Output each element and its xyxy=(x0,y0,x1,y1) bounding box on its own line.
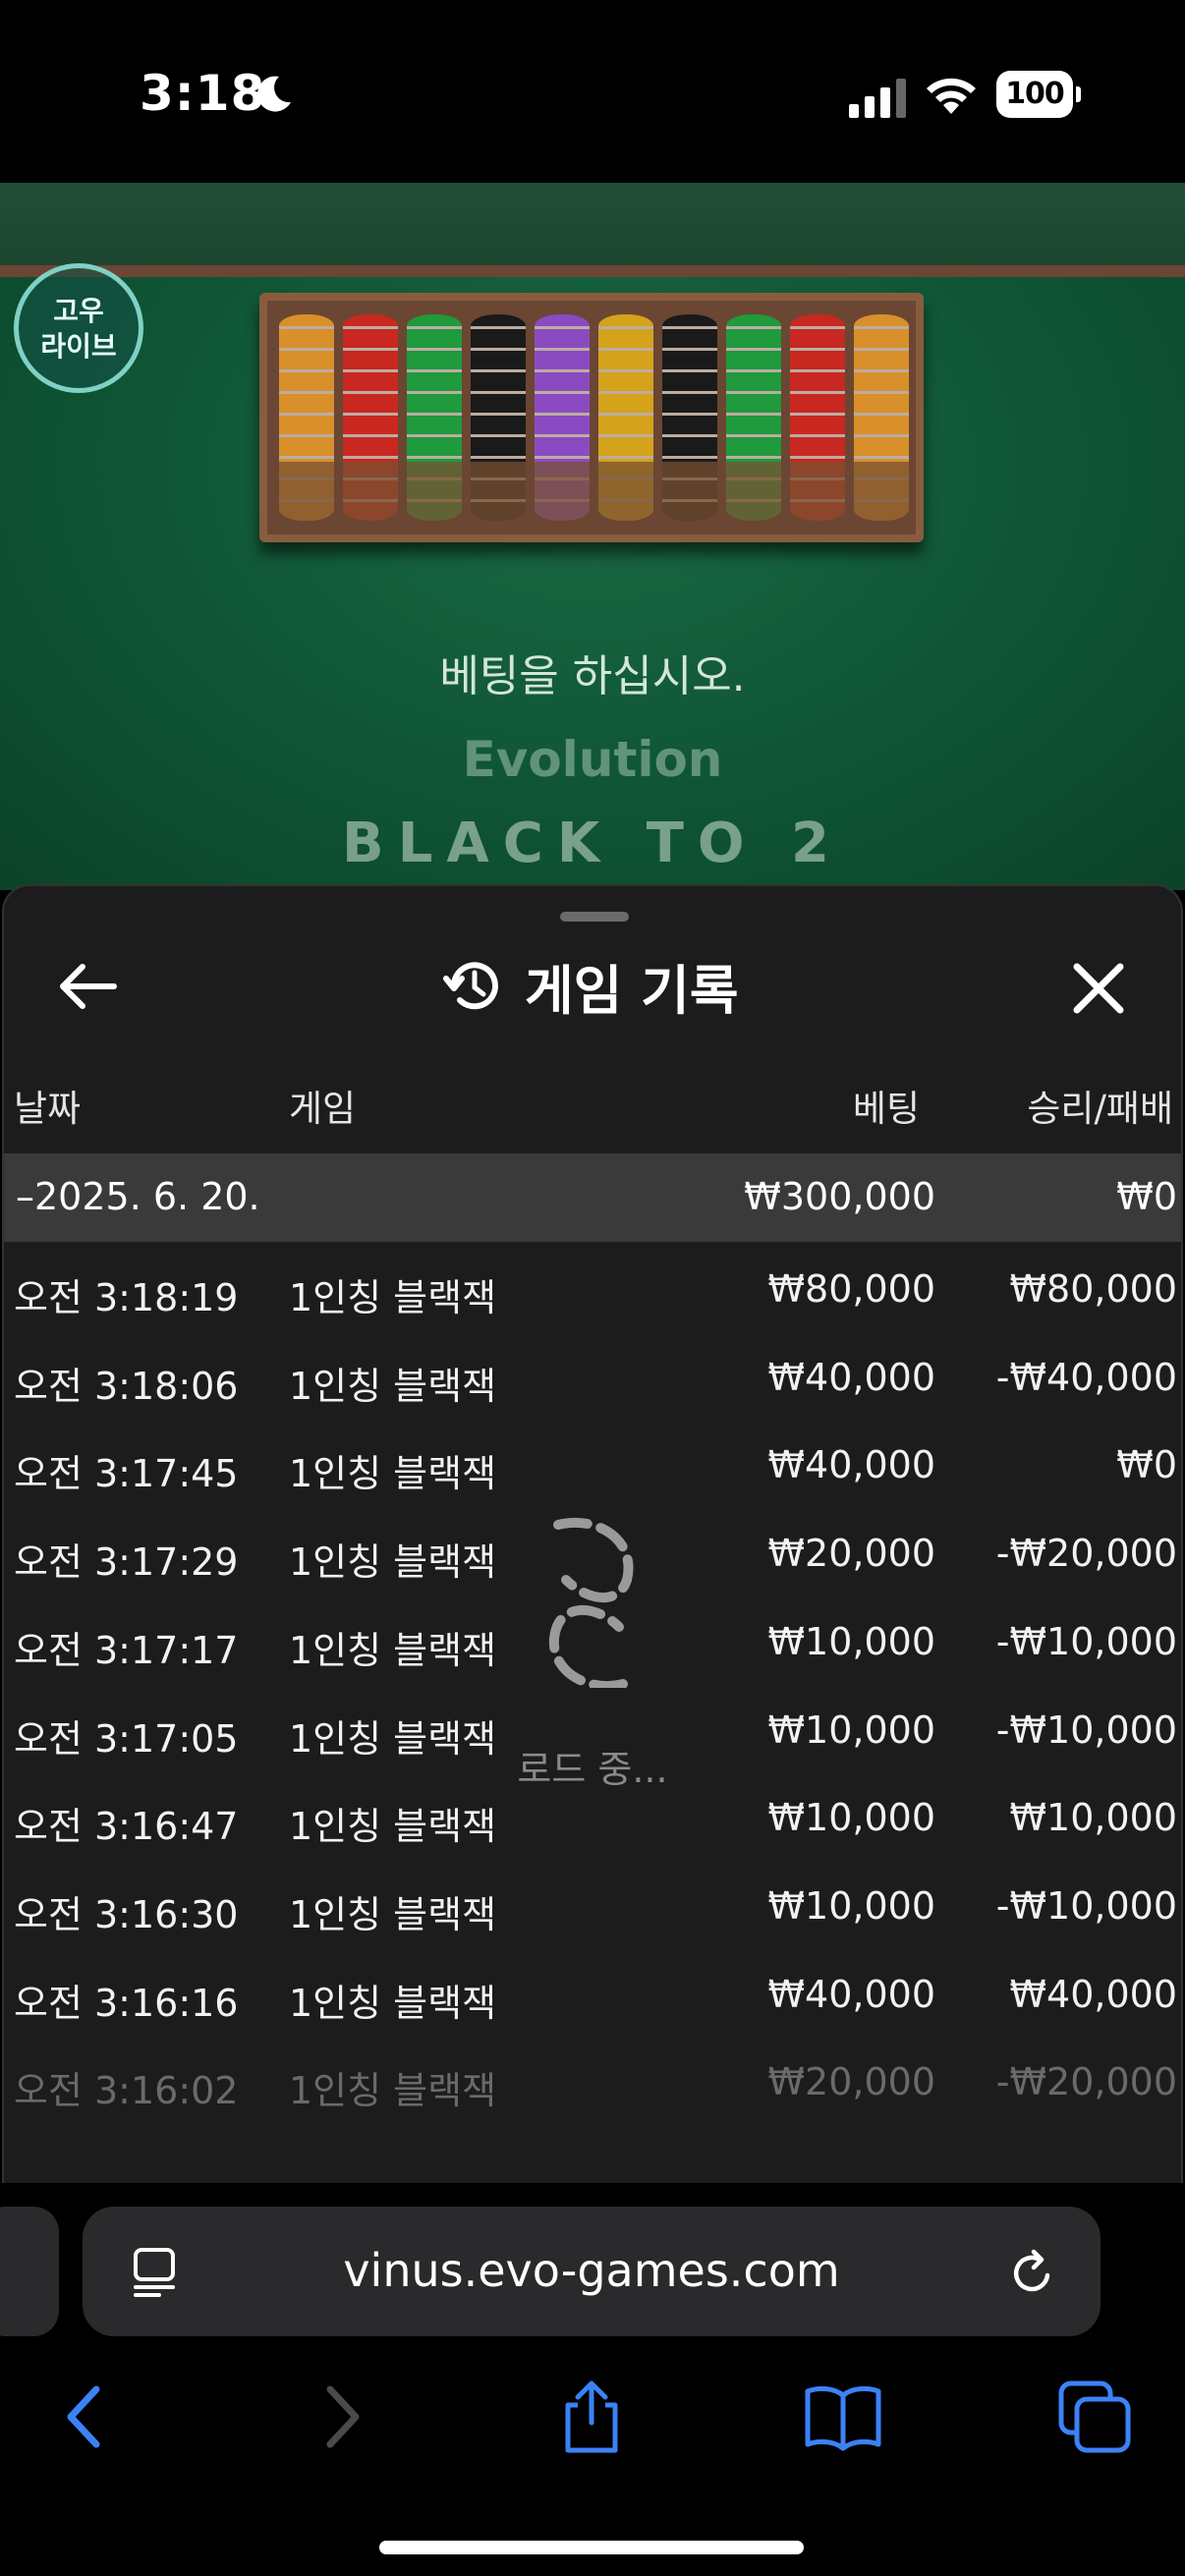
goo-live-logo: 고우 라이브 xyxy=(14,263,143,393)
row-time: 오전 3:17:45 xyxy=(14,1452,239,1496)
date-group-label: –2025. 6. 20. xyxy=(16,1175,260,1218)
loading-spinner-icon xyxy=(549,1517,634,1688)
row-game: 1인칭 블랙잭 xyxy=(289,1276,497,1319)
chip-stack xyxy=(662,314,717,521)
status-bar: 3:18 100 xyxy=(0,0,1185,183)
battery-icon: 100 xyxy=(996,71,1081,118)
row-time: 오전 3:17:29 xyxy=(14,1540,239,1585)
row-time: 오전 3:18:19 xyxy=(14,1276,239,1319)
row-result: -₩20,000 xyxy=(995,1532,1177,1576)
home-indicator[interactable] xyxy=(379,2541,804,2554)
row-bet: ₩10,000 xyxy=(767,1796,935,1840)
chip-stack xyxy=(471,314,526,521)
chip-stack xyxy=(343,314,398,521)
previous-tab-preview[interactable] xyxy=(0,2207,59,2336)
status-time: 3:18 xyxy=(140,65,266,122)
cellular-signal-icon xyxy=(849,79,906,118)
chip-stack xyxy=(726,314,781,521)
date-group-row[interactable]: –2025. 6. 20. ₩300,000 ₩0 xyxy=(4,1153,1181,1242)
table-rail xyxy=(0,183,1185,277)
row-bet: ₩10,000 xyxy=(767,1619,935,1663)
browser-forward-icon[interactable] xyxy=(303,2378,381,2456)
row-result: -₩10,000 xyxy=(995,1619,1177,1663)
chip-stack xyxy=(598,314,653,521)
row-time: 오전 3:16:47 xyxy=(14,1805,239,1849)
moon-icon xyxy=(257,76,291,112)
row-result: ₩40,000 xyxy=(1009,1972,1177,2016)
address-bar[interactable]: vinus.evo-games.com xyxy=(83,2207,1100,2336)
row-bet: ₩40,000 xyxy=(767,1443,935,1487)
reload-icon[interactable] xyxy=(1006,2246,1059,2299)
chip-stack xyxy=(279,314,334,521)
chip-stack xyxy=(407,314,462,521)
row-bet: ₩20,000 xyxy=(767,1532,935,1576)
row-bet: ₩40,000 xyxy=(767,1355,935,1399)
row-time: 오전 3:18:06 xyxy=(14,1364,239,1408)
row-result: ₩0 xyxy=(1116,1443,1177,1487)
column-header-game: 게임 xyxy=(289,1088,357,1130)
share-icon[interactable] xyxy=(552,2378,631,2456)
history-row[interactable]: 오전 3:17:45 1인칭 블랙잭 ₩40,000 ₩0 xyxy=(4,1418,1181,1506)
row-bet: ₩80,000 xyxy=(767,1267,935,1311)
row-bet: ₩40,000 xyxy=(767,1972,935,2016)
history-icon xyxy=(443,962,498,1010)
row-time: 오전 3:16:30 xyxy=(14,1892,239,1936)
row-result: -₩40,000 xyxy=(995,1355,1177,1399)
row-result: ₩80,000 xyxy=(1009,1267,1177,1311)
row-game: 1인칭 블랙잭 xyxy=(289,1981,497,2025)
chip-stack xyxy=(854,314,909,521)
sheet-grabber[interactable] xyxy=(560,912,629,922)
row-result: -₩20,000 xyxy=(995,2060,1177,2104)
row-time: 오전 3:16:16 xyxy=(14,1981,239,2025)
chip-stack xyxy=(535,314,590,521)
sheet-title: 게임 기록 xyxy=(442,951,739,1022)
close-icon[interactable] xyxy=(1067,957,1130,1020)
sheet-title-text: 게임 기록 xyxy=(525,959,739,1022)
row-game: 1인칭 블랙잭 xyxy=(289,1628,497,1672)
date-group-bet-total: ₩300,000 xyxy=(744,1175,935,1218)
date-group-result-total: ₩0 xyxy=(1116,1175,1177,1218)
evolution-logo: Evolution xyxy=(462,731,723,788)
row-result: ₩10,000 xyxy=(1009,1796,1177,1840)
betting-message: 베팅을 하십시오. xyxy=(439,651,746,701)
url-text[interactable]: vinus.evo-games.com xyxy=(83,2244,1100,2297)
row-bet: ₩20,000 xyxy=(767,2060,935,2104)
row-game: 1인칭 블랙잭 xyxy=(289,1540,497,1585)
history-row[interactable]: 오전 3:18:19 1인칭 블랙잭 ₩80,000 ₩80,000 xyxy=(4,1242,1181,1330)
row-game: 1인칭 블랙잭 xyxy=(289,1805,497,1849)
chip-stack xyxy=(790,314,845,521)
back-arrow-icon[interactable] xyxy=(53,957,122,1016)
browser-back-icon[interactable] xyxy=(45,2378,124,2456)
row-game: 1인칭 블랙잭 xyxy=(289,1364,497,1408)
row-game: 1인칭 블랙잭 xyxy=(289,1892,497,1936)
table-felt-text: BLACK TO 2 xyxy=(342,812,843,875)
list-fade xyxy=(4,2104,1181,2183)
row-result: -₩10,000 xyxy=(995,1883,1177,1928)
browser-chrome: vinus.evo-games.com xyxy=(0,2183,1185,2576)
row-time: 오전 3:17:17 xyxy=(14,1628,239,1672)
column-header-bet: 베팅 xyxy=(852,1088,920,1130)
live-game-view[interactable]: 고우 라이브 베팅을 하십시오. Evolution BLACK TO 2 xyxy=(0,183,1185,890)
column-header-date: 날짜 xyxy=(14,1088,82,1130)
wifi-icon xyxy=(927,78,976,114)
row-bet: ₩10,000 xyxy=(767,1883,935,1928)
history-row[interactable]: 오전 3:18:06 1인칭 블랙잭 ₩40,000 -₩40,000 xyxy=(4,1330,1181,1419)
history-row[interactable]: 오전 3:16:30 1인칭 블랙잭 ₩10,000 -₩10,000 xyxy=(4,1859,1181,1947)
row-game: 1인칭 블랙잭 xyxy=(289,1452,497,1496)
history-row[interactable]: 오전 3:16:16 1인칭 블랙잭 ₩40,000 ₩40,000 xyxy=(4,1947,1181,2036)
loading-text: 로드 중... xyxy=(517,1748,668,1791)
tabs-icon[interactable] xyxy=(1055,2378,1134,2456)
battery-level: 100 xyxy=(996,71,1073,118)
bookmarks-icon[interactable] xyxy=(804,2378,882,2456)
chip-tray xyxy=(259,293,924,542)
column-header-result: 승리/패배 xyxy=(1027,1088,1173,1130)
